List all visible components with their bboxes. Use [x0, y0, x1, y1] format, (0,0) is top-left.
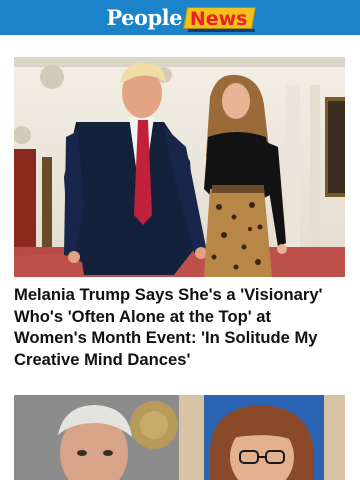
- people-news-logo[interactable]: People News: [106, 5, 256, 31]
- article-photo-2: [14, 395, 345, 480]
- site-header: People News: [0, 0, 360, 35]
- article-headline[interactable]: Melania Trump Says She's a 'Visionary' W…: [14, 284, 346, 370]
- logo-people-text: People: [106, 5, 182, 30]
- article-image-2[interactable]: [14, 395, 345, 480]
- logo-news-text: News: [189, 7, 248, 30]
- logo-news-badge: News: [183, 6, 256, 30]
- article-photo: [14, 57, 345, 277]
- article-image[interactable]: [14, 57, 345, 277]
